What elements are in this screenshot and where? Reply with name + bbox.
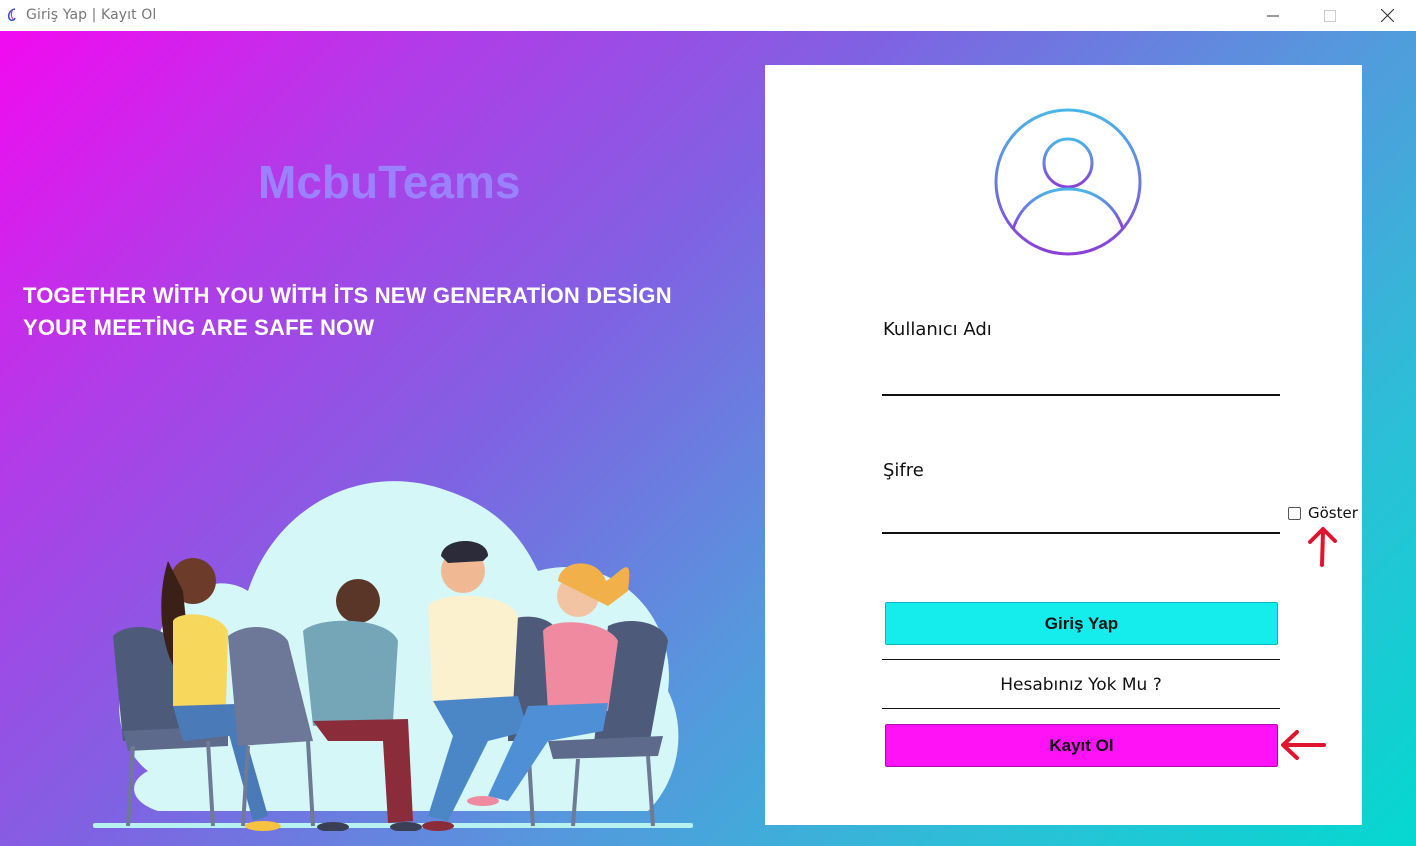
slogan-line-1: TOGETHER WİTH YOU WİTH İTS NEW GENERATİO…	[23, 283, 672, 308]
login-panel: Kullanıcı Adı Şifre Göster Giriş Yap Hes…	[765, 65, 1362, 825]
close-icon	[1380, 9, 1394, 22]
close-button[interactable]	[1364, 0, 1410, 31]
user-avatar-icon	[994, 108, 1142, 256]
app-logo-icon	[7, 8, 16, 22]
main-content: McbuTeams TOGETHER WİTH YOU WİTH İTS NEW…	[0, 31, 1416, 846]
meeting-illustration	[93, 481, 693, 831]
show-password-toggle[interactable]: Göster	[1288, 504, 1358, 522]
maximize-icon	[1324, 9, 1336, 22]
username-label: Kullanıcı Adı	[883, 319, 992, 340]
show-password-label: Göster	[1308, 504, 1358, 522]
slogan-line-2: YOUR MEETİNG ARE SAFE NOW	[23, 315, 375, 340]
arrow-left-icon	[1281, 730, 1326, 760]
minimize-button[interactable]	[1250, 0, 1296, 31]
window-title: Giriş Yap | Kayıt Ol	[26, 7, 157, 23]
divider	[882, 659, 1280, 660]
password-label: Şifre	[883, 460, 924, 481]
show-password-checkbox[interactable]	[1288, 506, 1301, 520]
minimize-icon	[1267, 15, 1279, 16]
divider	[882, 708, 1280, 709]
maximize-button[interactable]	[1307, 0, 1353, 31]
username-input[interactable]	[882, 362, 1280, 396]
title-bar: Giriş Yap | Kayıt Ol	[0, 0, 1416, 31]
register-button[interactable]: Kayıt Ol	[885, 724, 1278, 767]
brand-title: McbuTeams	[258, 156, 521, 208]
login-button[interactable]: Giriş Yap	[885, 602, 1278, 645]
arrow-up-icon	[1308, 527, 1337, 567]
password-input[interactable]	[882, 500, 1280, 534]
no-account-text: Hesabınız Yok Mu ?	[1000, 675, 1162, 695]
